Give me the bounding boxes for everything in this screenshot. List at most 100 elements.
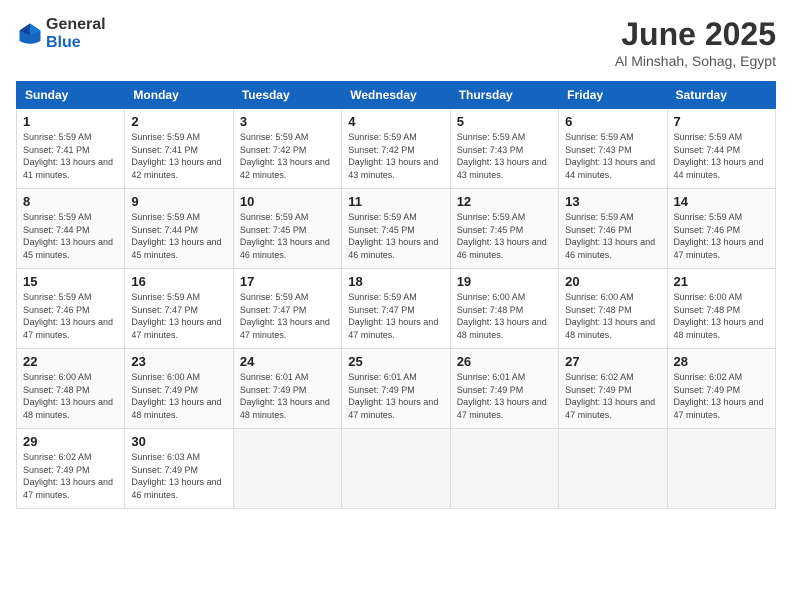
day-cell-19: 19 Sunrise: 6:00 AM Sunset: 7:48 PM Dayl… xyxy=(450,269,558,349)
day-number: 23 xyxy=(131,354,226,369)
weekday-header-monday: Monday xyxy=(125,82,233,109)
day-number: 25 xyxy=(348,354,443,369)
day-number: 19 xyxy=(457,274,552,289)
calendar-table: SundayMondayTuesdayWednesdayThursdayFrid… xyxy=(16,81,776,509)
day-cell-25: 25 Sunrise: 6:01 AM Sunset: 7:49 PM Dayl… xyxy=(342,349,450,429)
day-cell-24: 24 Sunrise: 6:01 AM Sunset: 7:49 PM Dayl… xyxy=(233,349,341,429)
day-info: Sunrise: 5:59 AM Sunset: 7:45 PM Dayligh… xyxy=(240,211,335,261)
day-cell-26: 26 Sunrise: 6:01 AM Sunset: 7:49 PM Dayl… xyxy=(450,349,558,429)
day-number: 9 xyxy=(131,194,226,209)
day-cell-18: 18 Sunrise: 5:59 AM Sunset: 7:47 PM Dayl… xyxy=(342,269,450,349)
day-info: Sunrise: 5:59 AM Sunset: 7:44 PM Dayligh… xyxy=(23,211,118,261)
day-info: Sunrise: 5:59 AM Sunset: 7:42 PM Dayligh… xyxy=(240,131,335,181)
day-number: 15 xyxy=(23,274,118,289)
day-info: Sunrise: 5:59 AM Sunset: 7:45 PM Dayligh… xyxy=(348,211,443,261)
weekday-header-saturday: Saturday xyxy=(667,82,775,109)
logo-general-text: General xyxy=(46,16,106,33)
day-number: 18 xyxy=(348,274,443,289)
day-number: 21 xyxy=(674,274,769,289)
day-info: Sunrise: 6:02 AM Sunset: 7:49 PM Dayligh… xyxy=(674,371,769,421)
day-cell-14: 14 Sunrise: 5:59 AM Sunset: 7:46 PM Dayl… xyxy=(667,189,775,269)
day-cell-20: 20 Sunrise: 6:00 AM Sunset: 7:48 PM Dayl… xyxy=(559,269,667,349)
day-number: 2 xyxy=(131,114,226,129)
day-number: 10 xyxy=(240,194,335,209)
weekday-header-row: SundayMondayTuesdayWednesdayThursdayFrid… xyxy=(17,82,776,109)
calendar-week-row: 29 Sunrise: 6:02 AM Sunset: 7:49 PM Dayl… xyxy=(17,429,776,509)
day-cell-9: 9 Sunrise: 5:59 AM Sunset: 7:44 PM Dayli… xyxy=(125,189,233,269)
location-subtitle: Al Minshah, Sohag, Egypt xyxy=(615,53,776,69)
day-cell-3: 3 Sunrise: 5:59 AM Sunset: 7:42 PM Dayli… xyxy=(233,109,341,189)
month-year-title: June 2025 xyxy=(615,16,776,53)
calendar-title-area: June 2025 Al Minshah, Sohag, Egypt xyxy=(615,16,776,69)
day-info: Sunrise: 5:59 AM Sunset: 7:44 PM Dayligh… xyxy=(131,211,226,261)
day-info: Sunrise: 5:59 AM Sunset: 7:43 PM Dayligh… xyxy=(457,131,552,181)
day-info: Sunrise: 5:59 AM Sunset: 7:44 PM Dayligh… xyxy=(674,131,769,181)
empty-cell xyxy=(559,429,667,509)
day-cell-13: 13 Sunrise: 5:59 AM Sunset: 7:46 PM Dayl… xyxy=(559,189,667,269)
day-info: Sunrise: 5:59 AM Sunset: 7:45 PM Dayligh… xyxy=(457,211,552,261)
day-number: 27 xyxy=(565,354,660,369)
day-info: Sunrise: 6:02 AM Sunset: 7:49 PM Dayligh… xyxy=(23,451,118,501)
day-info: Sunrise: 6:00 AM Sunset: 7:48 PM Dayligh… xyxy=(23,371,118,421)
day-cell-29: 29 Sunrise: 6:02 AM Sunset: 7:49 PM Dayl… xyxy=(17,429,125,509)
logo-blue-text: Blue xyxy=(46,34,81,51)
day-info: Sunrise: 6:00 AM Sunset: 7:48 PM Dayligh… xyxy=(674,291,769,341)
weekday-header-wednesday: Wednesday xyxy=(342,82,450,109)
day-cell-6: 6 Sunrise: 5:59 AM Sunset: 7:43 PM Dayli… xyxy=(559,109,667,189)
day-info: Sunrise: 5:59 AM Sunset: 7:47 PM Dayligh… xyxy=(131,291,226,341)
day-info: Sunrise: 5:59 AM Sunset: 7:41 PM Dayligh… xyxy=(131,131,226,181)
weekday-header-sunday: Sunday xyxy=(17,82,125,109)
day-cell-15: 15 Sunrise: 5:59 AM Sunset: 7:46 PM Dayl… xyxy=(17,269,125,349)
day-info: Sunrise: 6:02 AM Sunset: 7:49 PM Dayligh… xyxy=(565,371,660,421)
day-number: 24 xyxy=(240,354,335,369)
logo: General Blue xyxy=(16,16,106,52)
day-number: 29 xyxy=(23,434,118,449)
day-number: 17 xyxy=(240,274,335,289)
page-header: General Blue June 2025 Al Minshah, Sohag… xyxy=(16,16,776,69)
day-number: 13 xyxy=(565,194,660,209)
day-number: 28 xyxy=(674,354,769,369)
day-cell-17: 17 Sunrise: 5:59 AM Sunset: 7:47 PM Dayl… xyxy=(233,269,341,349)
day-number: 4 xyxy=(348,114,443,129)
empty-cell xyxy=(450,429,558,509)
day-cell-21: 21 Sunrise: 6:00 AM Sunset: 7:48 PM Dayl… xyxy=(667,269,775,349)
day-info: Sunrise: 6:03 AM Sunset: 7:49 PM Dayligh… xyxy=(131,451,226,501)
day-cell-1: 1 Sunrise: 5:59 AM Sunset: 7:41 PM Dayli… xyxy=(17,109,125,189)
empty-cell xyxy=(342,429,450,509)
day-number: 7 xyxy=(674,114,769,129)
day-info: Sunrise: 5:59 AM Sunset: 7:46 PM Dayligh… xyxy=(565,211,660,261)
day-cell-30: 30 Sunrise: 6:03 AM Sunset: 7:49 PM Dayl… xyxy=(125,429,233,509)
day-number: 14 xyxy=(674,194,769,209)
day-info: Sunrise: 5:59 AM Sunset: 7:46 PM Dayligh… xyxy=(23,291,118,341)
day-cell-2: 2 Sunrise: 5:59 AM Sunset: 7:41 PM Dayli… xyxy=(125,109,233,189)
day-number: 12 xyxy=(457,194,552,209)
calendar-week-row: 8 Sunrise: 5:59 AM Sunset: 7:44 PM Dayli… xyxy=(17,189,776,269)
day-cell-8: 8 Sunrise: 5:59 AM Sunset: 7:44 PM Dayli… xyxy=(17,189,125,269)
day-info: Sunrise: 6:00 AM Sunset: 7:48 PM Dayligh… xyxy=(457,291,552,341)
day-cell-11: 11 Sunrise: 5:59 AM Sunset: 7:45 PM Dayl… xyxy=(342,189,450,269)
day-info: Sunrise: 5:59 AM Sunset: 7:41 PM Dayligh… xyxy=(23,131,118,181)
day-info: Sunrise: 6:01 AM Sunset: 7:49 PM Dayligh… xyxy=(457,371,552,421)
day-cell-16: 16 Sunrise: 5:59 AM Sunset: 7:47 PM Dayl… xyxy=(125,269,233,349)
day-cell-28: 28 Sunrise: 6:02 AM Sunset: 7:49 PM Dayl… xyxy=(667,349,775,429)
day-cell-12: 12 Sunrise: 5:59 AM Sunset: 7:45 PM Dayl… xyxy=(450,189,558,269)
day-info: Sunrise: 5:59 AM Sunset: 7:47 PM Dayligh… xyxy=(240,291,335,341)
day-cell-10: 10 Sunrise: 5:59 AM Sunset: 7:45 PM Dayl… xyxy=(233,189,341,269)
day-number: 6 xyxy=(565,114,660,129)
day-cell-22: 22 Sunrise: 6:00 AM Sunset: 7:48 PM Dayl… xyxy=(17,349,125,429)
day-info: Sunrise: 6:00 AM Sunset: 7:48 PM Dayligh… xyxy=(565,291,660,341)
empty-cell xyxy=(667,429,775,509)
weekday-header-thursday: Thursday xyxy=(450,82,558,109)
day-cell-5: 5 Sunrise: 5:59 AM Sunset: 7:43 PM Dayli… xyxy=(450,109,558,189)
day-number: 11 xyxy=(348,194,443,209)
day-number: 5 xyxy=(457,114,552,129)
day-cell-7: 7 Sunrise: 5:59 AM Sunset: 7:44 PM Dayli… xyxy=(667,109,775,189)
day-cell-4: 4 Sunrise: 5:59 AM Sunset: 7:42 PM Dayli… xyxy=(342,109,450,189)
day-info: Sunrise: 6:00 AM Sunset: 7:49 PM Dayligh… xyxy=(131,371,226,421)
day-number: 8 xyxy=(23,194,118,209)
day-info: Sunrise: 6:01 AM Sunset: 7:49 PM Dayligh… xyxy=(348,371,443,421)
day-number: 22 xyxy=(23,354,118,369)
empty-cell xyxy=(233,429,341,509)
day-number: 1 xyxy=(23,114,118,129)
day-info: Sunrise: 5:59 AM Sunset: 7:42 PM Dayligh… xyxy=(348,131,443,181)
